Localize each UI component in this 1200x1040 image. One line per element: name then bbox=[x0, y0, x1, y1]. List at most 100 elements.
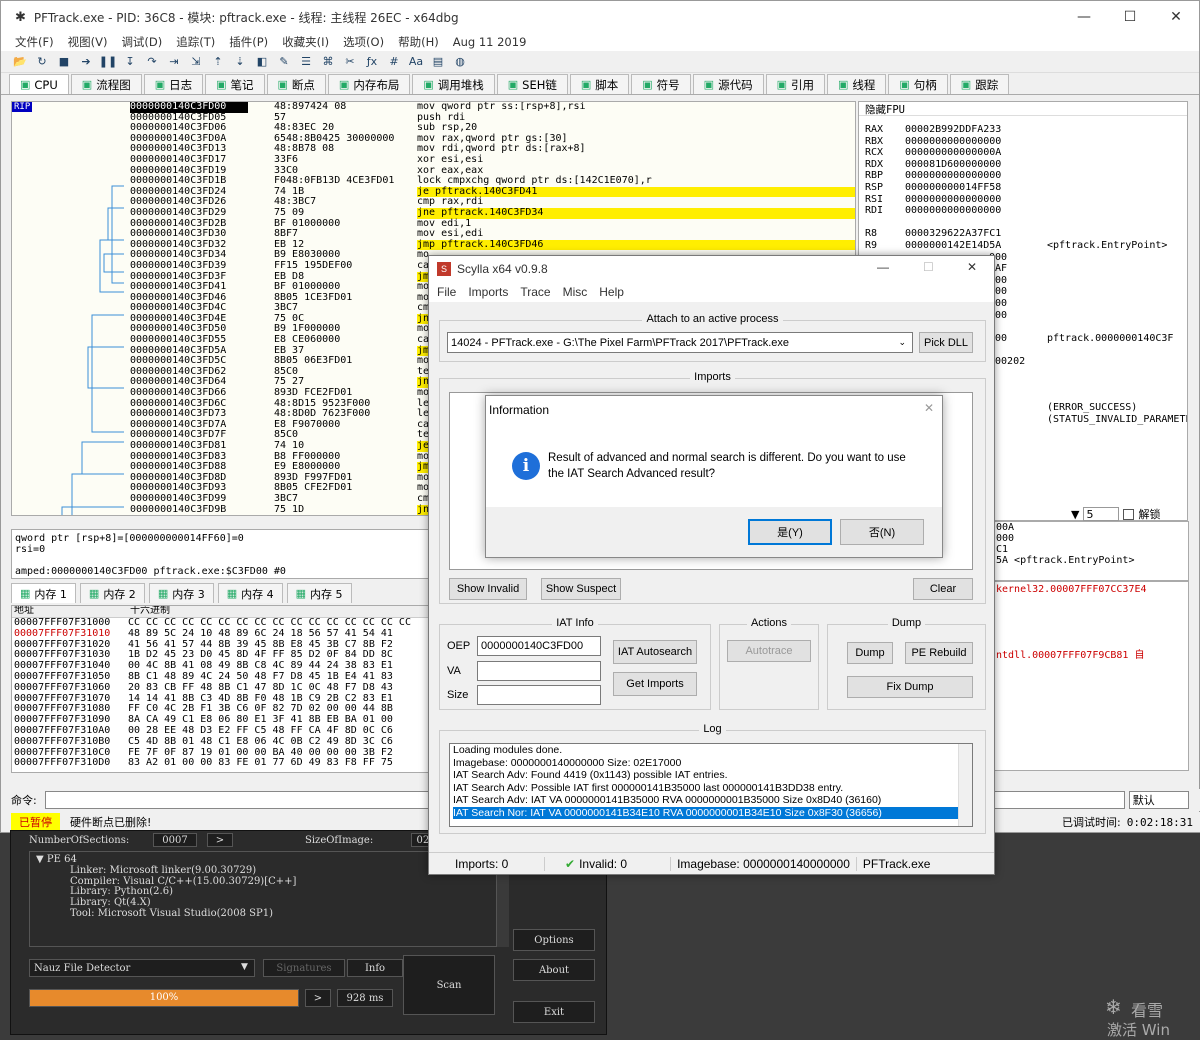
dump-tab[interactable]: ▦ 内存 3 bbox=[148, 583, 214, 603]
menu-item[interactable]: 插件(P) bbox=[229, 34, 268, 50]
show-invalid-button[interactable]: Show Invalid bbox=[449, 578, 527, 600]
register-row[interactable]: R9 0000000142E14D5A <pftrack.EntryPoint> bbox=[859, 240, 1187, 252]
hide-fpu-toggle[interactable]: 隐藏FPU bbox=[859, 102, 1187, 116]
sections-next-button[interactable]: > bbox=[207, 833, 233, 847]
progress-next-button[interactable]: > bbox=[305, 989, 331, 1007]
font-icon[interactable]: Aa bbox=[407, 54, 425, 70]
tab-item[interactable]: ▣ 笔记 bbox=[205, 74, 265, 94]
trace-into-icon[interactable]: ⇥ bbox=[165, 54, 183, 70]
show-suspect-button[interactable]: Show Suspect bbox=[541, 578, 621, 600]
size-field[interactable] bbox=[477, 685, 601, 705]
pick-dll-button[interactable]: Pick DLL bbox=[919, 332, 973, 353]
tab-item[interactable]: ▣ 引用 bbox=[765, 74, 825, 94]
pause-icon[interactable]: ❚❚ bbox=[99, 54, 117, 70]
menu-item[interactable]: 追踪(T) bbox=[176, 34, 215, 50]
fix-dump-button[interactable]: Fix Dump bbox=[847, 676, 973, 698]
dump-row[interactable]: 00007FFF07F31010 48 89 5C 24 10 48 89 6C … bbox=[12, 628, 428, 640]
tab-item[interactable]: ▣ 句柄 bbox=[888, 74, 948, 94]
stack-count-field[interactable]: 5 bbox=[1083, 507, 1120, 521]
yes-button[interactable]: 是(Y) bbox=[748, 519, 832, 545]
step-over-icon[interactable]: ↷ bbox=[143, 54, 161, 70]
bookmark-icon[interactable]: ✂ bbox=[341, 54, 359, 70]
register-row[interactable]: RSI 0000000000000000 bbox=[859, 194, 1187, 206]
minimize-button[interactable]: — bbox=[1061, 1, 1107, 33]
signatures-button[interactable]: Signatures bbox=[263, 959, 345, 977]
dump-button[interactable]: Dump bbox=[847, 642, 893, 664]
register-row[interactable]: RBX 0000000000000000 bbox=[859, 136, 1187, 148]
tab-item[interactable]: ▣ 源代码 bbox=[692, 74, 764, 94]
detector-select[interactable]: Nauz File Detector bbox=[29, 959, 255, 977]
globe-icon[interactable]: ◍ bbox=[451, 54, 469, 70]
dump-row[interactable]: 00007FFF07F310B0 C5 4D 8B 01 48 C1 E8 06 … bbox=[12, 736, 428, 748]
info-button[interactable]: Info bbox=[347, 959, 403, 977]
get-imports-button[interactable]: Get Imports bbox=[613, 672, 697, 696]
about-button[interactable]: About bbox=[513, 959, 595, 981]
function-icon[interactable]: ƒx bbox=[363, 54, 381, 70]
register-row[interactable]: RSP 000000000014FF58 bbox=[859, 182, 1187, 194]
dump-tab[interactable]: ▦ 内存 4 bbox=[217, 583, 283, 603]
dump-tab[interactable]: ▦ 内存 1 bbox=[11, 583, 76, 603]
autotrace-button[interactable]: Autotrace bbox=[727, 640, 811, 662]
register-row[interactable]: RBP 0000000000000000 bbox=[859, 170, 1187, 182]
log-line[interactable]: Loading modules done. bbox=[453, 744, 972, 757]
log-line[interactable]: IAT Search Adv: Found 4419 (0x1143) poss… bbox=[453, 769, 972, 782]
register-row[interactable]: RDI 0000000000000000 bbox=[859, 205, 1187, 217]
step-into-icon[interactable]: ↧ bbox=[121, 54, 139, 70]
run-to-return-icon[interactable]: ⇣ bbox=[231, 54, 249, 70]
tab-item[interactable]: ▣ 符号 bbox=[631, 74, 691, 94]
menu-item[interactable]: 文件(F) bbox=[15, 34, 54, 50]
log-line[interactable]: Imagebase: 0000000140000000 Size: 02E170… bbox=[453, 757, 972, 770]
scylla-menu-item[interactable]: File bbox=[437, 285, 456, 299]
open-icon[interactable]: 📂 bbox=[11, 54, 29, 70]
tab-item[interactable]: ▣ 日志 bbox=[143, 74, 204, 94]
notes-icon[interactable]: ▤ bbox=[429, 54, 447, 70]
clear-button[interactable]: Clear bbox=[913, 578, 973, 600]
patch-icon[interactable]: ✎ bbox=[275, 54, 293, 70]
run-to-user-icon[interactable]: ⇡ bbox=[209, 54, 227, 70]
register-row[interactable]: RDX 000081D600000000 bbox=[859, 159, 1187, 171]
dump-row[interactable]: 00007FFF07F310D0 83 A2 01 00 00 83 FE 01 … bbox=[12, 758, 428, 769]
scylla-menu-item[interactable]: Help bbox=[599, 285, 624, 299]
tab-item[interactable]: ▣ 断点 bbox=[266, 74, 326, 94]
run-icon[interactable]: ➔ bbox=[77, 54, 95, 70]
va-field[interactable] bbox=[477, 661, 601, 681]
menu-item[interactable]: Aug 11 2019 bbox=[453, 35, 527, 49]
log-scrollbar[interactable] bbox=[958, 744, 972, 826]
register-row[interactable]: R8 0000329622A37FC1 bbox=[859, 228, 1187, 240]
tab-item[interactable]: ▣ 脚本 bbox=[569, 74, 630, 94]
register-row[interactable]: RAX 00002B992DDFA233 bbox=[859, 124, 1187, 136]
disasm-row[interactable]: 0000000140C3FD29 75 09 jne pftrack.140C3FD… bbox=[12, 207, 855, 219]
pe-rebuild-button[interactable]: PE Rebuild bbox=[905, 642, 973, 664]
tab-item[interactable]: ▣ 内存布局 bbox=[327, 74, 411, 94]
scylla-minimize-button[interactable]: — bbox=[877, 260, 889, 274]
dump-tab[interactable]: ▦ 内存 2 bbox=[79, 583, 145, 603]
scylla-close-button[interactable]: ✕ bbox=[967, 260, 977, 274]
menu-item[interactable]: 帮助(H) bbox=[398, 34, 439, 50]
restart-icon[interactable]: ↻ bbox=[33, 54, 51, 70]
oep-field[interactable]: 0000000140C3FD00 bbox=[477, 636, 601, 656]
dialog-close-button[interactable]: ✕ bbox=[924, 401, 934, 415]
hash-icon[interactable]: # bbox=[385, 54, 403, 70]
register-row[interactable]: RCX 000000000000000A bbox=[859, 147, 1187, 159]
scylla-icon[interactable]: ◧ bbox=[253, 54, 271, 70]
command-mode-select[interactable]: 默认 bbox=[1128, 791, 1189, 809]
log-list[interactable]: Loading modules done. Imagebase: 00000001… bbox=[449, 743, 973, 827]
label-icon[interactable]: ⌘ bbox=[319, 54, 337, 70]
tab-item[interactable]: ▣ CPU bbox=[9, 74, 69, 94]
tab-item[interactable]: ▣ 调用堆栈 bbox=[412, 74, 495, 94]
stop-icon[interactable]: ■ bbox=[55, 54, 73, 70]
scylla-maximize-button[interactable]: ☐ bbox=[923, 260, 934, 274]
menu-item[interactable]: 视图(V) bbox=[68, 34, 108, 50]
scylla-menu-item[interactable]: Trace bbox=[520, 285, 550, 299]
menu-item[interactable]: 收藏夹(I) bbox=[282, 34, 329, 50]
tab-item[interactable]: ▣ 跟踪 bbox=[949, 74, 1010, 94]
options-button[interactable]: Options bbox=[513, 929, 595, 951]
scan-button[interactable]: Scan bbox=[403, 955, 495, 1015]
trace-over-icon[interactable]: ⇲ bbox=[187, 54, 205, 70]
tab-item[interactable]: ▣ 线程 bbox=[826, 74, 887, 94]
menu-item[interactable]: 选项(O) bbox=[343, 34, 384, 50]
scylla-menu-item[interactable]: Imports bbox=[468, 285, 508, 299]
disasm-row[interactable]: 0000000140C3FD00 48:897424 08 mov qword pt… bbox=[12, 102, 855, 113]
process-select[interactable]: 14024 - PFTrack.exe - G:\The Pixel Farm\… bbox=[447, 332, 913, 353]
hex-dump-pane[interactable]: 地址 十六进制 00007FFF07F31000 CC CC CC CC CC C… bbox=[11, 605, 429, 773]
